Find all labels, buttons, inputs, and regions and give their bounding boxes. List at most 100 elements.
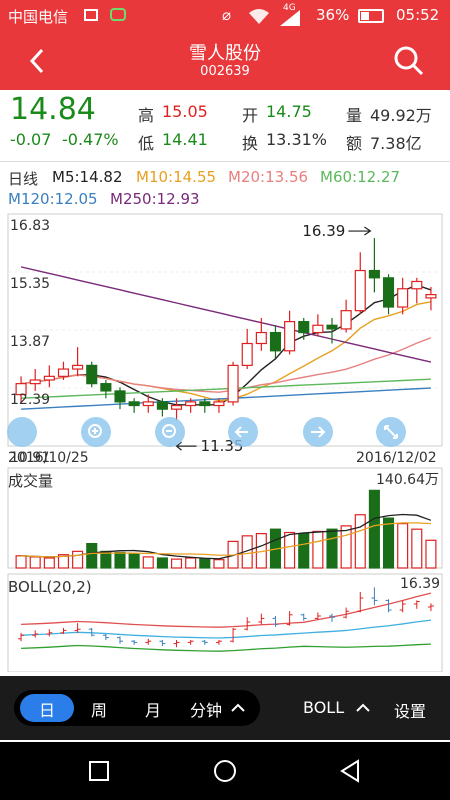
candle-body <box>57 368 70 377</box>
image-icon <box>84 9 98 21</box>
volume-bar <box>128 553 140 569</box>
ma250-line <box>20 266 432 363</box>
low-value: 14.41 <box>162 130 208 149</box>
scroll-left-button[interactable] <box>228 417 258 447</box>
chevron-up-icon[interactable] <box>356 703 370 713</box>
candle-body <box>170 404 183 410</box>
candle-body <box>340 310 352 330</box>
boll-lower-line <box>21 643 431 652</box>
turnover-label: 换 <box>242 134 259 153</box>
price-change-pct: -0.47% <box>62 130 119 149</box>
back-nav-icon[interactable] <box>338 759 362 783</box>
candle-body <box>86 364 98 385</box>
chevron-up-icon[interactable] <box>231 703 245 713</box>
ma60-line <box>21 378 431 399</box>
volume-bar <box>368 489 380 569</box>
ma10-line <box>20 301 432 402</box>
candle-body <box>213 401 225 407</box>
price-change: -0.07 <box>10 130 52 149</box>
candle-body <box>255 331 267 345</box>
quote-panel: 14.84 -0.07 -0.47% 高 15.05 低 14.41 开 14.… <box>0 90 450 162</box>
volume-bar <box>425 539 437 569</box>
candle-body <box>142 401 154 407</box>
settings-button[interactable]: 设置 <box>394 698 426 722</box>
candle-body <box>425 294 437 299</box>
tab-minute[interactable]: 分钟 <box>190 697 222 721</box>
volume-bar <box>284 531 296 569</box>
y-tick-label: 15.35 <box>10 276 50 292</box>
battery-percent: 36% <box>316 6 350 24</box>
system-nav-bar <box>0 742 450 800</box>
volume-bar <box>298 533 310 569</box>
recent-apps-icon[interactable] <box>88 760 110 782</box>
carrier-text: 中国电信 <box>8 8 69 26</box>
candle-body <box>241 342 253 366</box>
status-bar: 中国电信 ⌀ 4G 36% 05:52 <box>0 0 450 32</box>
volume-max-label: 140.64万 <box>376 472 439 488</box>
volume-bar <box>354 514 366 569</box>
clock-text: 05:52 <box>396 6 440 24</box>
ma5-value: M5:14.82 <box>52 168 123 186</box>
candle-body <box>114 390 126 403</box>
turnover-value: 13.31% <box>266 130 328 149</box>
kline-type: 日线 <box>8 170 39 188</box>
low-label: 低 <box>138 134 155 153</box>
boll-mid-line <box>21 619 432 639</box>
kline-chart[interactable]: 16.8315.3513.8712.3910.9116.3911.352016/… <box>0 212 450 672</box>
prev-button[interactable] <box>7 417 37 447</box>
boll-upper-line <box>21 592 432 628</box>
tab-day[interactable]: 日 <box>39 697 55 721</box>
volume-title: 成交量 <box>8 472 53 490</box>
search-icon[interactable] <box>392 44 426 78</box>
volume-value: 49.92万 <box>370 106 432 125</box>
candle-body <box>298 321 310 334</box>
vibrate-icon: ⌀ <box>222 6 232 24</box>
tab-week[interactable]: 周 <box>91 697 107 721</box>
candle-body <box>43 375 55 381</box>
volume-bar <box>326 528 338 569</box>
ma20-value: M20:13.56 <box>228 168 309 186</box>
home-icon[interactable] <box>213 759 237 783</box>
candle-body <box>382 277 395 308</box>
app-header: 雪人股份 002639 <box>0 32 450 90</box>
battery-icon <box>358 9 384 23</box>
volume-bar <box>100 550 112 569</box>
ma-legend: 日线 M5:14.82 M10:14.55 M20:13.56 M60:12.2… <box>0 164 450 212</box>
fullscreen-button[interactable] <box>376 417 406 447</box>
candle-body <box>128 401 140 407</box>
candle-body <box>326 324 338 330</box>
high-label: 高 <box>138 106 155 125</box>
volume-bar <box>43 557 55 569</box>
indicator-button[interactable]: BOLL <box>303 698 344 717</box>
tab-month[interactable]: 月 <box>145 697 161 721</box>
zoom-in-button[interactable] <box>81 417 111 447</box>
scroll-right-button[interactable] <box>303 417 333 447</box>
volume-bar <box>156 557 168 569</box>
signal-icon <box>280 10 300 26</box>
stock-code: 002639 <box>200 64 250 79</box>
candle-body <box>100 383 112 392</box>
volume-bar <box>199 558 211 569</box>
candle-body <box>411 280 423 290</box>
volume-bar <box>340 525 352 569</box>
volume-bar <box>142 556 154 569</box>
candle-body <box>354 269 366 312</box>
ma120-value: M120:12.05 <box>8 190 98 208</box>
volume-bar <box>72 550 84 569</box>
date-end: 2016/12/02 <box>356 450 437 466</box>
period-toolbar: 日 周 月 分钟 BOLL 设置 <box>0 676 450 740</box>
high-arrow <box>348 226 372 236</box>
volume-bar <box>411 528 423 569</box>
zoom-out-button[interactable] <box>155 417 185 447</box>
volume-bar <box>170 558 183 569</box>
candle-body <box>284 321 296 352</box>
volume-bar <box>86 542 98 569</box>
amount-label: 额 <box>346 134 363 153</box>
high-annotation: 16.39 <box>302 222 345 240</box>
volume-bar <box>382 517 395 569</box>
open-value: 14.75 <box>266 102 312 121</box>
date-start: 2016/10/25 <box>8 450 89 466</box>
candle-body <box>29 379 41 385</box>
current-price: 14.84 <box>10 92 96 127</box>
open-label: 开 <box>242 106 259 125</box>
